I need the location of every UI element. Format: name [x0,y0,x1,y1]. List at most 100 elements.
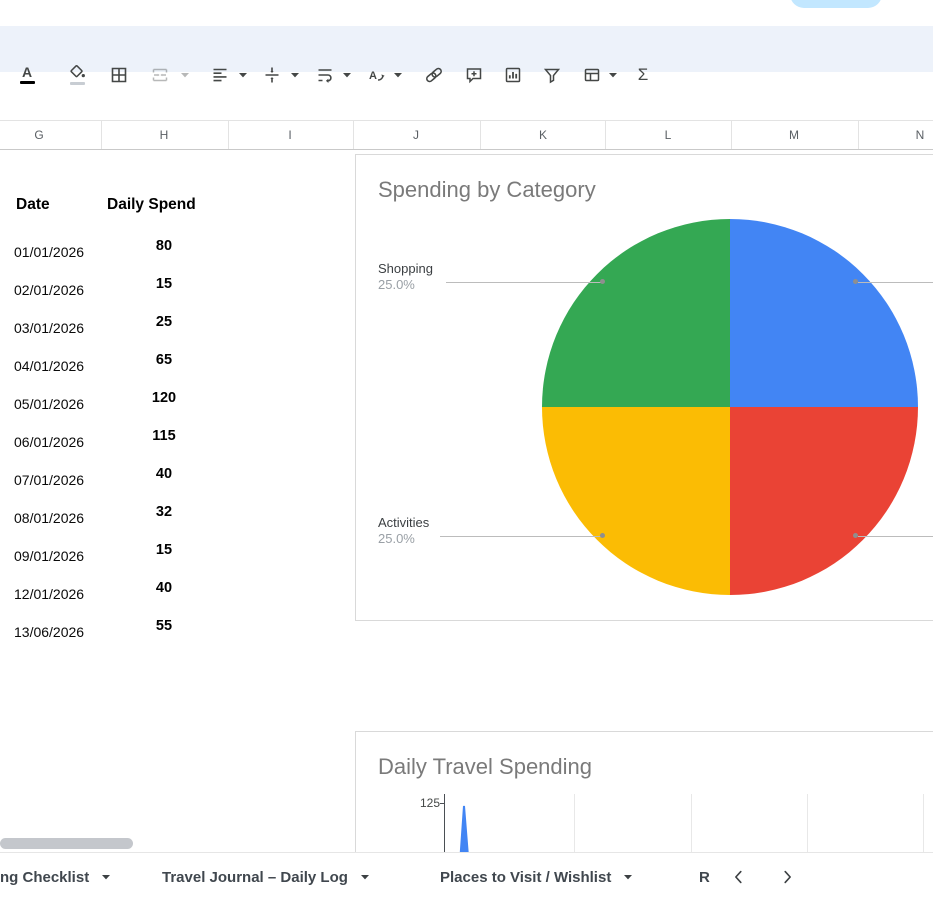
column-separator [480,121,481,149]
table-views-button[interactable] [578,61,606,89]
date-cell[interactable]: 02/01/2026 [14,282,84,298]
date-header-cell[interactable]: Date [16,196,50,214]
table-row[interactable]: 07/01/2026 40 [0,462,260,500]
table-row[interactable]: 09/01/2026 15 [0,538,260,576]
date-cell[interactable]: 09/01/2026 [14,548,84,564]
column-headers: G H I J K L M N [0,120,933,150]
merge-dropdown-caret[interactable] [180,71,190,79]
prev-sheet-button[interactable] [728,866,750,888]
text-color-button[interactable]: A [13,61,41,89]
create-filter-button[interactable] [538,61,566,89]
column-header-j[interactable]: J [413,128,419,142]
spend-cell[interactable]: 25 [134,314,194,330]
date-cell[interactable]: 08/01/2026 [14,510,84,526]
spend-cell[interactable]: 32 [134,504,194,520]
chevron-right-icon [784,870,791,884]
table-row[interactable]: 01/01/2026 80 [0,234,260,272]
text-wrapping-dropdown-caret[interactable] [342,71,352,79]
table-row[interactable]: 06/01/2026 115 [0,424,260,462]
insert-comment-button[interactable] [460,61,488,89]
sheet-tab-label: R [699,868,710,886]
share-button[interactable] [790,0,882,8]
table-views-icon [584,68,600,82]
column-header-m[interactable]: M [789,128,799,142]
functions-button[interactable]: Σ [629,61,657,89]
text-wrapping-button[interactable] [311,61,339,89]
table-row[interactable]: 13/06/2026 55 [0,614,260,652]
spend-cell[interactable]: 120 [134,390,194,406]
sheet-tab-menu-caret[interactable] [360,874,370,880]
vertical-align-dropdown-caret[interactable] [290,71,300,79]
table-row[interactable]: 05/01/2026 120 [0,386,260,424]
table-row[interactable]: 08/01/2026 32 [0,500,260,538]
pie-chart-card[interactable]: Spending by Category Shopping 25.0% Acti… [355,154,933,621]
column-separator [605,121,606,149]
table-row[interactable]: 02/01/2026 15 [0,272,260,310]
date-cell[interactable]: 13/06/2026 [14,624,84,640]
sheet-tab-menu-caret[interactable] [623,874,633,880]
spend-cell[interactable]: 15 [134,276,194,292]
horizontal-align-button[interactable] [206,61,234,89]
horizontal-align-dropdown-caret[interactable] [238,71,248,79]
sheet-tab-travel-journal[interactable]: Travel Journal – Daily Log [162,853,370,900]
fill-color-icon [70,64,85,78]
toolbar: A A Σ [0,26,933,86]
sheet-tab-bar: ng Checklist Travel Journal – Daily Log … [0,852,933,900]
svg-text:A: A [369,70,377,82]
column-header-k[interactable]: K [539,128,547,142]
borders-button[interactable] [105,61,133,89]
sheet-tab-label: ng Checklist [0,868,90,886]
spend-cell[interactable]: 15 [134,542,194,558]
merge-cells-button[interactable] [146,61,174,89]
fill-color-button[interactable] [63,61,91,89]
column-header-i[interactable]: I [288,128,291,142]
spend-header-cell[interactable]: Daily Spend [107,196,196,214]
spend-cell[interactable]: 65 [134,352,194,368]
text-color-icon: A [21,63,33,80]
column-header-g[interactable]: G [34,128,43,142]
spend-cell[interactable]: 80 [134,238,194,254]
date-cell[interactable]: 06/01/2026 [14,434,84,450]
column-header-l[interactable]: L [665,128,672,142]
insert-chart-button[interactable] [499,61,527,89]
column-header-n[interactable]: N [916,128,925,142]
column-separator [731,121,732,149]
spend-cell[interactable]: 55 [134,618,194,634]
sheet-tab-partial[interactable]: R [699,853,710,900]
vertical-align-button[interactable] [258,61,286,89]
spend-cell[interactable]: 40 [134,580,194,596]
column-separator [353,121,354,149]
next-sheet-button[interactable] [776,866,798,888]
sheet-tab-places-wishlist[interactable]: Places to Visit / Wishlist [440,853,633,900]
pie-label-text: Shopping [378,261,433,276]
horizontal-scrollbar[interactable] [0,838,133,849]
date-cell[interactable]: 05/01/2026 [14,396,84,412]
pie[interactable] [542,219,918,595]
pie-label-percent: 25.0% [378,531,415,546]
leader-line [446,282,601,283]
vertical-align-icon [265,67,279,83]
text-rotation-button[interactable]: A [362,61,390,89]
sheet-tab-menu-caret[interactable] [101,874,111,880]
table-row[interactable]: 03/01/2026 25 [0,310,260,348]
leader-dot [853,279,858,284]
pie-label-activities: Activities 25.0% [378,515,498,547]
create-filter-icon [543,68,561,84]
date-cell[interactable]: 07/01/2026 [14,472,84,488]
text-rotation-dropdown-caret[interactable] [393,71,403,79]
table-row[interactable]: 04/01/2026 65 [0,348,260,386]
sheet-tab-label: Travel Journal – Daily Log [162,868,348,886]
table-views-dropdown-caret[interactable] [608,71,618,79]
date-cell[interactable]: 03/01/2026 [14,320,84,336]
sheet-tab-checklist[interactable]: ng Checklist [0,853,111,900]
column-separator [858,121,859,149]
pie-label-shopping: Shopping 25.0% [378,261,498,293]
date-cell[interactable]: 12/01/2026 [14,586,84,602]
date-cell[interactable]: 01/01/2026 [14,244,84,260]
insert-link-button[interactable] [420,61,448,89]
column-header-h[interactable]: H [160,128,169,142]
date-cell[interactable]: 04/01/2026 [14,358,84,374]
table-row[interactable]: 12/01/2026 40 [0,576,260,614]
spend-cell[interactable]: 40 [134,466,194,482]
spend-cell[interactable]: 115 [134,428,194,444]
